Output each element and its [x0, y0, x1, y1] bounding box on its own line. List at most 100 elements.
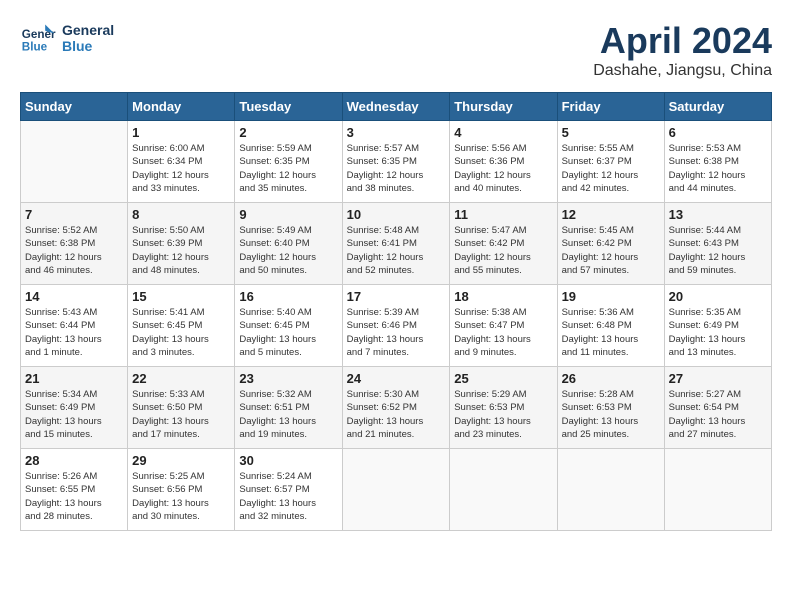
day-info: Sunrise: 5:36 AM Sunset: 6:48 PM Dayligh…: [562, 306, 660, 359]
calendar-cell: 24 Sunrise: 5:30 AM Sunset: 6:52 PM Dayli…: [342, 367, 450, 449]
calendar-header-thursday: Thursday: [450, 93, 557, 121]
calendar-cell: 11 Sunrise: 5:47 AM Sunset: 6:42 PM Dayli…: [450, 203, 557, 285]
day-number: 19: [562, 289, 660, 304]
calendar-cell: 3 Sunrise: 5:57 AM Sunset: 6:35 PM Daylig…: [342, 121, 450, 203]
day-number: 14: [25, 289, 123, 304]
day-info: Sunrise: 5:45 AM Sunset: 6:42 PM Dayligh…: [562, 224, 660, 277]
day-number: 29: [132, 453, 230, 468]
calendar-week-2: 7Sunrise: 5:52 AM Sunset: 6:38 PM Daylig…: [21, 203, 772, 285]
calendar-week-1: 1 Sunrise: 6:00 AM Sunset: 6:34 PM Daylig…: [21, 121, 772, 203]
day-info: Sunrise: 5:28 AM Sunset: 6:53 PM Dayligh…: [562, 388, 660, 441]
calendar-cell: [557, 449, 664, 531]
day-info: Sunrise: 5:33 AM Sunset: 6:50 PM Dayligh…: [132, 388, 230, 441]
day-info: Sunrise: 5:39 AM Sunset: 6:46 PM Dayligh…: [347, 306, 446, 359]
day-number: 1: [132, 125, 230, 140]
day-number: 9: [239, 207, 337, 222]
day-number: 23: [239, 371, 337, 386]
calendar-cell: 13 Sunrise: 5:44 AM Sunset: 6:43 PM Dayli…: [664, 203, 771, 285]
calendar-cell: 15 Sunrise: 5:41 AM Sunset: 6:45 PM Dayli…: [128, 285, 235, 367]
calendar-week-3: 14 Sunrise: 5:43 AM Sunset: 6:44 PM Dayli…: [21, 285, 772, 367]
calendar-week-4: 21 Sunrise: 5:34 AM Sunset: 6:49 PM Dayli…: [21, 367, 772, 449]
day-info: Sunrise: 5:38 AM Sunset: 6:47 PM Dayligh…: [454, 306, 552, 359]
calendar-header-sunday: Sunday: [21, 93, 128, 121]
calendar-cell: 30 Sunrise: 5:24 AM Sunset: 6:57 PM Dayli…: [235, 449, 342, 531]
day-number: 28: [25, 453, 123, 468]
day-number: 30: [239, 453, 337, 468]
location: Dashahe, Jiangsu, China: [593, 62, 772, 80]
svg-text:General: General: [22, 28, 56, 41]
day-number: 2: [239, 125, 337, 140]
day-number: 20: [669, 289, 767, 304]
day-info: Sunrise: 5:30 AM Sunset: 6:52 PM Dayligh…: [347, 388, 446, 441]
day-info: Sunrise: 5:49 AM Sunset: 6:40 PM Dayligh…: [239, 224, 337, 277]
day-number: 13: [669, 207, 767, 222]
calendar-header-monday: Monday: [128, 93, 235, 121]
day-number: 4: [454, 125, 552, 140]
calendar-cell: [21, 121, 128, 203]
day-info: Sunrise: 5:35 AM Sunset: 6:49 PM Dayligh…: [669, 306, 767, 359]
calendar-cell: 23Sunrise: 5:32 AM Sunset: 6:51 PM Dayli…: [235, 367, 342, 449]
day-info: Sunrise: 5:53 AM Sunset: 6:38 PM Dayligh…: [669, 142, 767, 195]
day-number: 27: [669, 371, 767, 386]
day-info: Sunrise: 5:59 AM Sunset: 6:35 PM Dayligh…: [239, 142, 337, 195]
day-number: 8: [132, 207, 230, 222]
day-number: 21: [25, 371, 123, 386]
calendar-cell: 25 Sunrise: 5:29 AM Sunset: 6:53 PM Dayli…: [450, 367, 557, 449]
day-number: 15: [132, 289, 230, 304]
calendar-cell: 8 Sunrise: 5:50 AM Sunset: 6:39 PM Daylig…: [128, 203, 235, 285]
title-area: April 2024 Dashahe, Jiangsu, China: [593, 20, 772, 80]
calendar-cell: 28 Sunrise: 5:26 AM Sunset: 6:55 PM Dayli…: [21, 449, 128, 531]
day-number: 22: [132, 371, 230, 386]
calendar-cell: 16 Sunrise: 5:40 AM Sunset: 6:45 PM Dayli…: [235, 285, 342, 367]
calendar-cell: 29 Sunrise: 5:25 AM Sunset: 6:56 PM Dayli…: [128, 449, 235, 531]
calendar-cell: 19 Sunrise: 5:36 AM Sunset: 6:48 PM Dayli…: [557, 285, 664, 367]
calendar-cell: 14 Sunrise: 5:43 AM Sunset: 6:44 PM Dayli…: [21, 285, 128, 367]
svg-text:Blue: Blue: [22, 41, 48, 54]
calendar-header-saturday: Saturday: [664, 93, 771, 121]
day-number: 17: [347, 289, 446, 304]
day-info: Sunrise: 5:41 AM Sunset: 6:45 PM Dayligh…: [132, 306, 230, 359]
day-info: Sunrise: 5:50 AM Sunset: 6:39 PM Dayligh…: [132, 224, 230, 277]
header: General Blue General Blue April 2024 Das…: [20, 20, 772, 80]
day-info: Sunrise: 5:56 AM Sunset: 6:36 PM Dayligh…: [454, 142, 552, 195]
day-info: Sunrise: 5:48 AM Sunset: 6:41 PM Dayligh…: [347, 224, 446, 277]
day-info: Sunrise: 5:24 AM Sunset: 6:57 PM Dayligh…: [239, 470, 337, 523]
calendar-header-friday: Friday: [557, 93, 664, 121]
calendar-cell: 18 Sunrise: 5:38 AM Sunset: 6:47 PM Dayli…: [450, 285, 557, 367]
logo-line1: General: [62, 22, 114, 38]
day-number: 26: [562, 371, 660, 386]
logo-icon: General Blue: [20, 20, 56, 56]
page: General Blue General Blue April 2024 Das…: [0, 0, 792, 612]
calendar-cell: [342, 449, 450, 531]
calendar-cell: 10Sunrise: 5:48 AM Sunset: 6:41 PM Dayli…: [342, 203, 450, 285]
calendar-cell: [450, 449, 557, 531]
day-info: Sunrise: 5:25 AM Sunset: 6:56 PM Dayligh…: [132, 470, 230, 523]
day-number: 18: [454, 289, 552, 304]
day-number: 3: [347, 125, 446, 140]
calendar-cell: 21 Sunrise: 5:34 AM Sunset: 6:49 PM Dayli…: [21, 367, 128, 449]
day-info: Sunrise: 5:40 AM Sunset: 6:45 PM Dayligh…: [239, 306, 337, 359]
calendar-header-wednesday: Wednesday: [342, 93, 450, 121]
calendar-header-row: SundayMondayTuesdayWednesdayThursdayFrid…: [21, 93, 772, 121]
day-number: 25: [454, 371, 552, 386]
day-number: 24: [347, 371, 446, 386]
day-info: Sunrise: 6:00 AM Sunset: 6:34 PM Dayligh…: [132, 142, 230, 195]
day-info: Sunrise: 5:34 AM Sunset: 6:49 PM Dayligh…: [25, 388, 123, 441]
logo: General Blue General Blue: [20, 20, 114, 56]
day-info: Sunrise: 5:43 AM Sunset: 6:44 PM Dayligh…: [25, 306, 123, 359]
day-number: 6: [669, 125, 767, 140]
calendar-cell: 5Sunrise: 5:55 AM Sunset: 6:37 PM Daylig…: [557, 121, 664, 203]
day-info: Sunrise: 5:27 AM Sunset: 6:54 PM Dayligh…: [669, 388, 767, 441]
calendar-cell: 20 Sunrise: 5:35 AM Sunset: 6:49 PM Dayli…: [664, 285, 771, 367]
calendar: SundayMondayTuesdayWednesdayThursdayFrid…: [20, 92, 772, 531]
day-info: Sunrise: 5:26 AM Sunset: 6:55 PM Dayligh…: [25, 470, 123, 523]
day-info: Sunrise: 5:47 AM Sunset: 6:42 PM Dayligh…: [454, 224, 552, 277]
day-info: Sunrise: 5:44 AM Sunset: 6:43 PM Dayligh…: [669, 224, 767, 277]
day-info: Sunrise: 5:29 AM Sunset: 6:53 PM Dayligh…: [454, 388, 552, 441]
month-title: April 2024: [593, 20, 772, 62]
day-info: Sunrise: 5:55 AM Sunset: 6:37 PM Dayligh…: [562, 142, 660, 195]
day-number: 16: [239, 289, 337, 304]
day-number: 11: [454, 207, 552, 222]
day-info: Sunrise: 5:57 AM Sunset: 6:35 PM Dayligh…: [347, 142, 446, 195]
day-number: 7: [25, 207, 123, 222]
